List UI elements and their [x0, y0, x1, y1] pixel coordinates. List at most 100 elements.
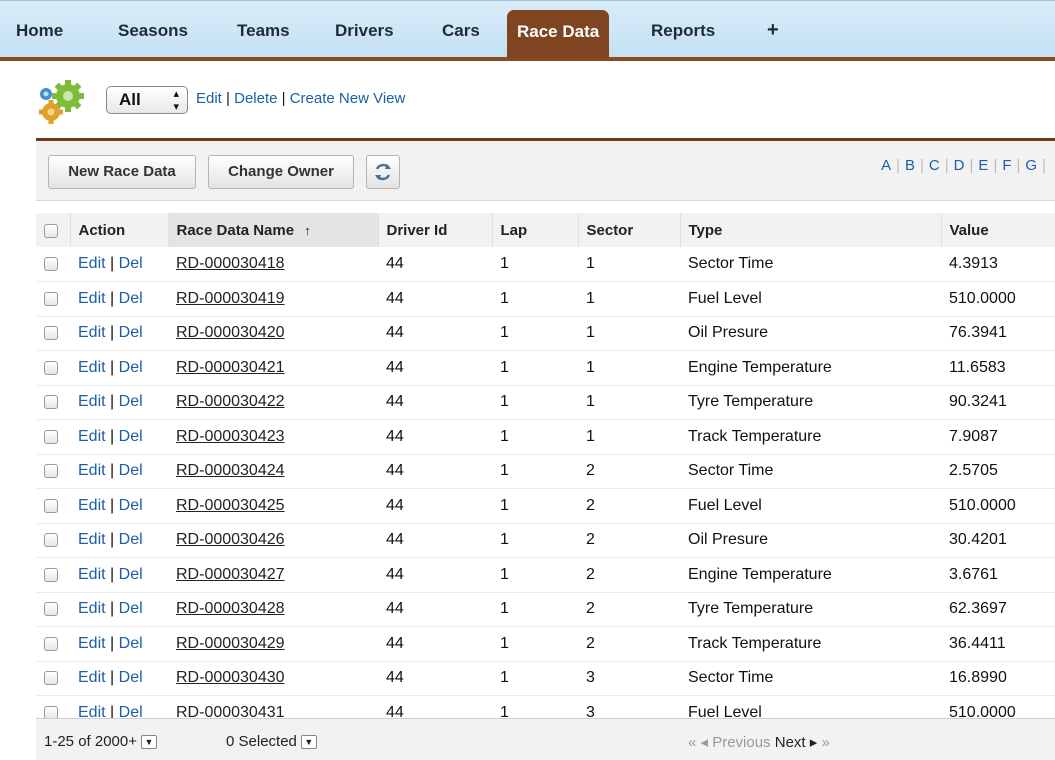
row-edit-link[interactable]: Edit [78, 428, 106, 445]
row-checkbox[interactable] [44, 705, 58, 718]
alpha-filter-a[interactable]: A [881, 157, 891, 174]
create-new-view-link[interactable]: Create New View [290, 90, 406, 107]
tab-reports[interactable]: Reports [641, 7, 725, 54]
race-data-name-link[interactable]: RD-000030422 [176, 393, 285, 410]
row-checkbox[interactable] [44, 602, 58, 617]
race-data-name-link[interactable]: RD-000030429 [176, 635, 285, 652]
column-header-value[interactable]: Value [941, 213, 1055, 247]
row-edit-link[interactable]: Edit [78, 566, 106, 583]
tab-drivers[interactable]: Drivers [325, 7, 404, 54]
row-edit-link[interactable]: Edit [78, 393, 106, 410]
row-checkbox[interactable] [44, 567, 58, 582]
row-del-link[interactable]: Del [119, 324, 143, 341]
row-select-cell[interactable] [36, 626, 70, 662]
row-del-link[interactable]: Del [119, 359, 143, 376]
row-checkbox[interactable] [44, 429, 58, 444]
row-checkbox[interactable] [44, 360, 58, 375]
row-edit-link[interactable]: Edit [78, 324, 106, 341]
race-data-name-link[interactable]: RD-000030431 [176, 704, 285, 718]
race-data-name-link[interactable]: RD-000030420 [176, 324, 285, 341]
refresh-button[interactable] [366, 155, 400, 189]
race-data-name-link[interactable]: RD-000030418 [176, 255, 285, 272]
previous-page-link[interactable]: ◂ Previous [701, 734, 771, 751]
row-select-cell[interactable] [36, 281, 70, 317]
race-data-name-link[interactable]: RD-000030425 [176, 497, 285, 514]
next-page-link[interactable]: Next ▸ [775, 734, 818, 751]
row-del-link[interactable]: Del [119, 497, 143, 514]
row-checkbox[interactable] [44, 464, 58, 479]
column-header-sector[interactable]: Sector [578, 213, 681, 247]
row-del-link[interactable]: Del [119, 669, 143, 686]
row-checkbox[interactable] [44, 636, 58, 651]
race-data-name-link[interactable]: RD-000030430 [176, 669, 285, 686]
row-edit-link[interactable]: Edit [78, 600, 106, 617]
row-edit-link[interactable]: Edit [78, 531, 106, 548]
row-checkbox[interactable] [44, 395, 58, 410]
row-checkbox[interactable] [44, 256, 58, 271]
race-data-name-link[interactable]: RD-000030427 [176, 566, 285, 583]
column-header-driver-id[interactable]: Driver Id [378, 213, 493, 247]
row-select-cell[interactable] [36, 350, 70, 386]
alpha-filter-d[interactable]: D [954, 157, 965, 174]
column-header-lap[interactable]: Lap [492, 213, 579, 247]
change-owner-button[interactable]: Change Owner [208, 155, 354, 189]
records-table-viewport[interactable]: Action Race Data Name ↑ Driver Id Lap Se… [36, 213, 1055, 718]
row-edit-link[interactable]: Edit [78, 462, 106, 479]
row-edit-link[interactable]: Edit [78, 635, 106, 652]
row-edit-link[interactable]: Edit [78, 704, 106, 718]
row-del-link[interactable]: Del [119, 600, 143, 617]
race-data-name-link[interactable]: RD-000030421 [176, 359, 285, 376]
row-checkbox[interactable] [44, 326, 58, 341]
row-edit-link[interactable]: Edit [78, 359, 106, 376]
delete-view-link[interactable]: Delete [234, 90, 277, 107]
alpha-filter-g[interactable]: G [1025, 157, 1037, 174]
row-checkbox[interactable] [44, 533, 58, 548]
last-page-icon[interactable]: » [821, 734, 829, 751]
row-del-link[interactable]: Del [119, 566, 143, 583]
race-data-name-link[interactable]: RD-000030428 [176, 600, 285, 617]
tab-home[interactable]: Home [6, 7, 73, 54]
row-checkbox[interactable] [44, 671, 58, 686]
add-tab-icon[interactable]: + [757, 7, 789, 54]
row-select-cell[interactable] [36, 316, 70, 351]
race-data-name-link[interactable]: RD-000030424 [176, 462, 285, 479]
row-select-cell[interactable] [36, 247, 70, 282]
chevron-down-icon[interactable]: ▼ [141, 735, 157, 750]
row-del-link[interactable]: Del [119, 255, 143, 272]
row-select-cell[interactable] [36, 695, 70, 718]
row-edit-link[interactable]: Edit [78, 497, 106, 514]
row-select-cell[interactable] [36, 661, 70, 696]
race-data-name-link[interactable]: RD-000030426 [176, 531, 285, 548]
new-race-data-button[interactable]: New Race Data [48, 155, 196, 189]
chevron-down-icon[interactable]: ▼ [300, 735, 317, 750]
edit-view-link[interactable]: Edit [196, 90, 222, 107]
row-select-cell[interactable] [36, 385, 70, 420]
tab-race-data[interactable]: Race Data [507, 10, 610, 58]
row-del-link[interactable]: Del [119, 704, 143, 718]
view-select[interactable]: All ▴ ▾ [106, 86, 188, 114]
row-select-cell[interactable] [36, 488, 70, 524]
selected-count[interactable]: 0 Selected ▼ [226, 733, 317, 750]
select-all-header[interactable] [36, 213, 71, 247]
record-count[interactable]: 1-25 of 2000+ ▼ [44, 733, 157, 750]
row-checkbox[interactable] [44, 498, 58, 513]
row-edit-link[interactable]: Edit [78, 669, 106, 686]
row-select-cell[interactable] [36, 592, 70, 627]
row-select-cell[interactable] [36, 454, 70, 489]
tab-seasons[interactable]: Seasons [108, 7, 198, 54]
row-del-link[interactable]: Del [119, 635, 143, 652]
row-edit-link[interactable]: Edit [78, 255, 106, 272]
row-select-cell[interactable] [36, 419, 70, 455]
row-del-link[interactable]: Del [119, 462, 143, 479]
row-select-cell[interactable] [36, 557, 70, 593]
select-all-checkbox[interactable] [44, 223, 58, 238]
alpha-filter-f[interactable]: F [1002, 157, 1011, 174]
row-del-link[interactable]: Del [119, 531, 143, 548]
alpha-filter-c[interactable]: C [929, 157, 940, 174]
tab-teams[interactable]: Teams [227, 7, 300, 54]
row-del-link[interactable]: Del [119, 428, 143, 445]
row-select-cell[interactable] [36, 523, 70, 558]
column-header-type[interactable]: Type [680, 213, 942, 247]
race-data-name-link[interactable]: RD-000030419 [176, 290, 285, 307]
row-edit-link[interactable]: Edit [78, 290, 106, 307]
